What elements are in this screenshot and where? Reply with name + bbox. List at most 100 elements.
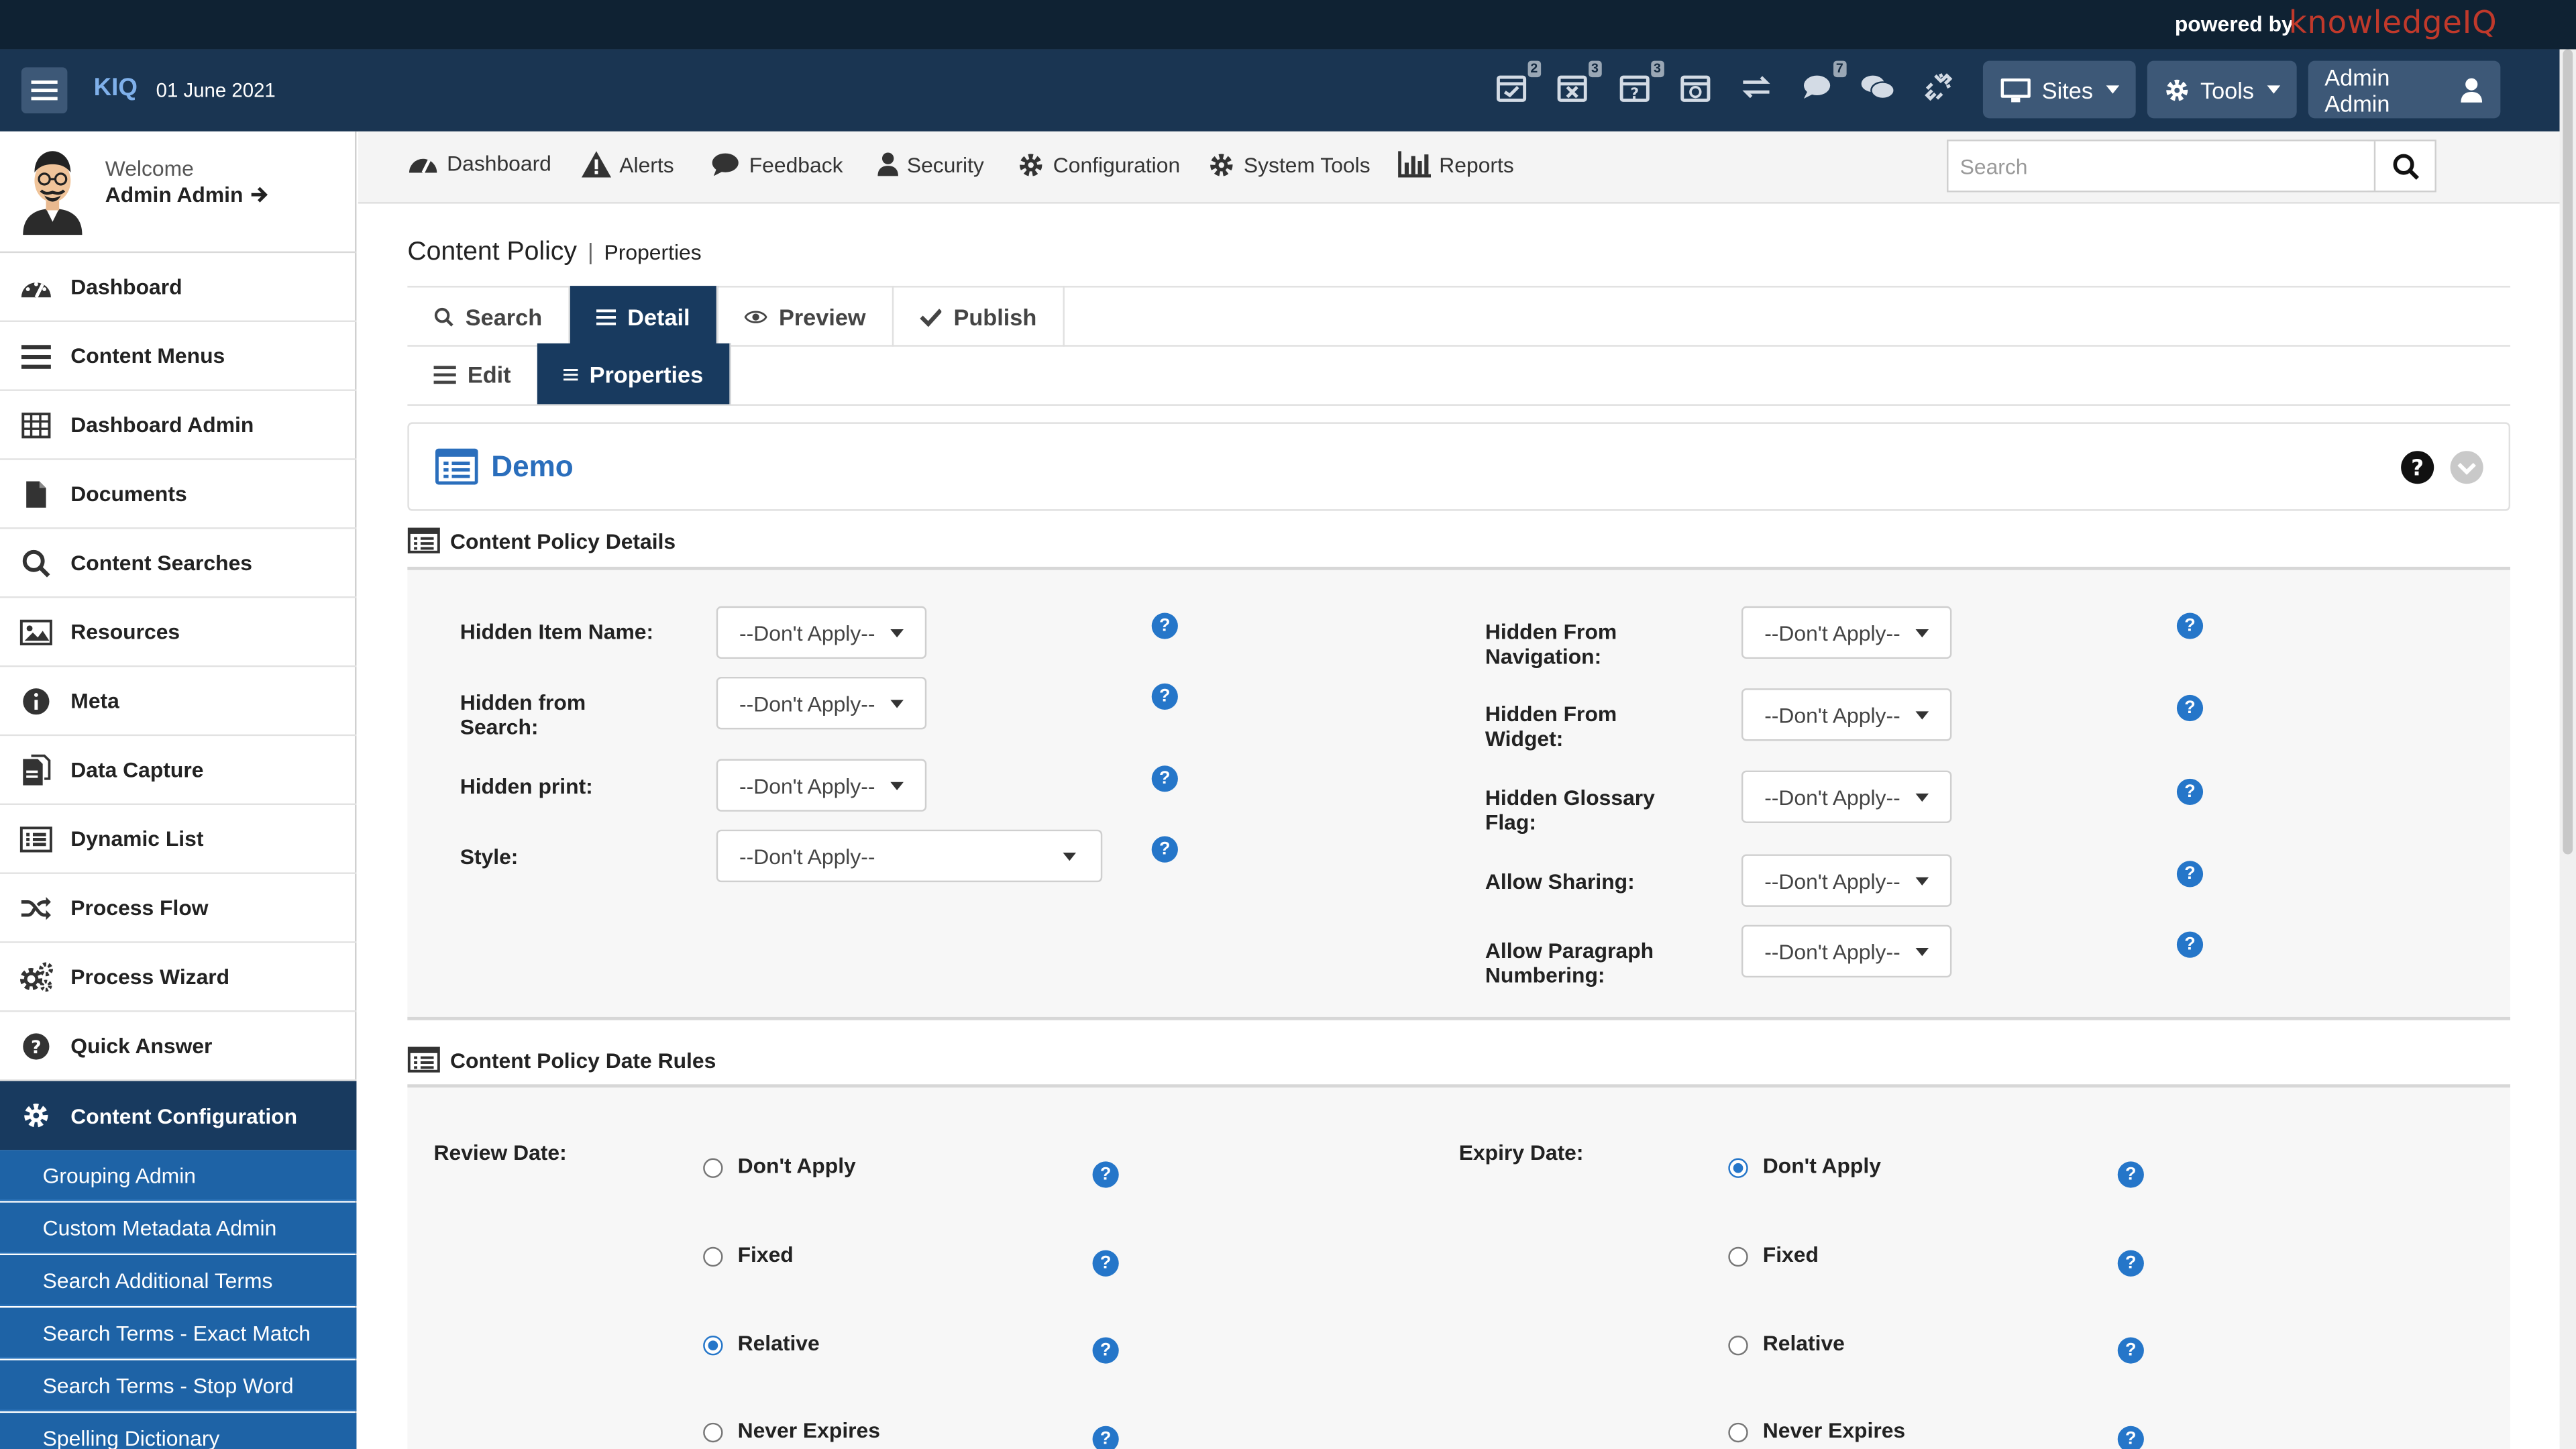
tools-dropdown[interactable]: Tools [2147,60,2297,119]
sidebar-item-meta[interactable]: Meta [0,667,357,737]
select-value: --Don't Apply-- [1764,868,1900,894]
sidebar-item-documents[interactable]: Documents [0,460,357,529]
tab-edit[interactable]: Edit [407,343,537,405]
sidebar-subitem-search-additional-terms[interactable]: Search Additional Terms [0,1255,357,1306]
sidebar-subitem-custom-metadata-admin[interactable]: Custom Metadata Admin [0,1202,357,1254]
welcome-panel: Welcome Admin Admin [0,131,357,254]
page-scrollbar[interactable] [2559,49,2576,1449]
sidebar-subitem-spelling-dictionary[interactable]: Spelling Dictionary [0,1413,357,1449]
hidden-glossary-flag-select[interactable]: --Don't Apply-- [1741,770,1952,823]
welcome-user-link[interactable]: Admin Admin [105,182,268,207]
help-icon[interactable]: ? [2117,1337,2144,1364]
app-name[interactable]: KIQ [94,74,138,102]
sidebar-item-label: Data Capture [70,757,204,782]
calendar-check-icon[interactable]: 2 [1492,60,1542,110]
help-icon[interactable]: ? [2117,1426,2144,1449]
sidebar-item-content-menus[interactable]: Content Menus [0,322,357,391]
sidebar-item-data-capture[interactable]: Data Capture [0,736,357,806]
menu-feedback[interactable]: Feedback [710,151,843,177]
hidden-from-navigation-select[interactable]: --Don't Apply-- [1741,606,1952,659]
help-icon[interactable]: ? [1092,1426,1119,1449]
review-relative-radio[interactable] [703,1336,723,1356]
user-menu-button[interactable]: Admin Admin [2308,60,2501,119]
hidden-from-widget-select[interactable]: --Don't Apply-- [1741,688,1952,741]
hidden-item-name-select[interactable]: --Don't Apply-- [716,606,927,659]
menu-configuration[interactable]: Configuration [1017,151,1180,179]
table-icon [18,411,54,438]
sidebar-item-content-searches[interactable]: Content Searches [0,529,357,598]
help-icon[interactable]: ? [2176,778,2204,806]
tab-search[interactable]: Search [407,286,570,347]
hamburger-menu-button[interactable] [21,67,68,113]
help-icon[interactable]: ? [2117,1250,2144,1277]
review-dont-apply-radio[interactable] [703,1158,723,1178]
chevron-down-icon[interactable] [2449,450,2483,484]
field-label: Allow Paragraph Numbering: [1485,938,1654,987]
unlink-icon[interactable] [1919,70,1958,110]
help-icon[interactable]: ? [2400,450,2434,484]
expiry-dont-apply-radio[interactable] [1728,1158,1748,1178]
sidebar-item-label: Process Flow [70,895,209,920]
sidebar-subitem-search-terms-exact-match[interactable]: Search Terms - Exact Match [0,1307,357,1359]
field-label: Hidden print: [460,773,593,799]
help-icon[interactable]: ? [2176,612,2204,639]
sidebar-item-content-configuration[interactable]: Content Configuration [0,1081,357,1150]
calendar-clock-icon[interactable] [1676,70,1715,110]
exchange-icon[interactable] [1737,70,1776,110]
tab-properties[interactable]: Properties [537,343,731,405]
sidebar-item-dynamic-list[interactable]: Dynamic List [0,805,357,874]
review-never-expires-radio[interactable] [703,1422,723,1443]
primary-tabs: Search Detail Preview Publish [407,286,2511,347]
help-icon[interactable]: ? [2117,1161,2144,1188]
help-icon[interactable]: ? [1151,683,1178,710]
comment-icon[interactable]: 7 [1797,60,1847,110]
sidebar-item-process-flow[interactable]: Process Flow [0,874,357,943]
sidebar-item-process-wizard[interactable]: Process Wizard [0,943,357,1012]
sidebar-subitem-grouping-admin[interactable]: Grouping Admin [0,1150,357,1201]
bar-chart-icon [1398,151,1432,178]
sidebar-item-quick-answer[interactable]: ? Quick Answer [0,1012,357,1081]
style-select[interactable]: --Don't Apply-- [716,829,1103,883]
help-icon[interactable]: ? [2176,931,2204,958]
hidden-from-search-select[interactable]: --Don't Apply-- [716,676,927,730]
expiry-never-expires-radio[interactable] [1728,1422,1748,1443]
policy-name: Demo [491,450,574,484]
tab-detail[interactable]: Detail [570,286,718,347]
help-icon[interactable]: ? [1092,1250,1119,1277]
dashboard-icon [409,158,437,174]
calendar-question-icon[interactable]: ? 3 [1615,60,1664,110]
allow-paragraph-numbering-select[interactable]: --Don't Apply-- [1741,924,1952,978]
sidebar-subitem-search-terms-stop-word[interactable]: Search Terms - Stop Word [0,1360,357,1411]
sidebar-item-dashboard-admin[interactable]: Dashboard Admin [0,391,357,460]
help-icon[interactable]: ? [1151,765,1178,792]
menu-alerts[interactable]: Alerts [581,151,674,178]
sidebar-item-dashboard[interactable]: Dashboard [0,253,357,323]
tab-publish[interactable]: Publish [894,286,1065,347]
field-label: Hidden Glossary Flag: [1485,785,1655,835]
tab-preview[interactable]: Preview [718,286,894,347]
menu-system-tools[interactable]: System Tools [1208,151,1371,179]
expiry-relative-radio[interactable] [1728,1336,1748,1356]
menu-security[interactable]: Security [877,151,984,177]
expiry-fixed-radio[interactable] [1728,1246,1748,1267]
radio-label: Never Expires [737,1417,881,1443]
hidden-print-select[interactable]: --Don't Apply-- [716,759,927,812]
allow-sharing-select[interactable]: --Don't Apply-- [1741,854,1952,907]
help-icon[interactable]: ? [1092,1161,1119,1188]
monitor-icon [2000,77,2031,102]
help-icon[interactable]: ? [2176,694,2204,722]
help-icon[interactable]: ? [1151,612,1178,639]
menu-dashboard[interactable]: Dashboard [407,151,551,176]
comments-icon[interactable] [1858,70,1898,110]
calendar-times-icon[interactable]: 3 [1552,60,1602,110]
help-icon[interactable]: ? [1151,836,1178,863]
help-icon[interactable]: ? [2176,861,2204,888]
sites-dropdown[interactable]: Sites [1982,60,2136,119]
search-input[interactable] [1948,141,2367,191]
sidebar-item-resources[interactable]: Resources [0,598,357,667]
menu-reports[interactable]: Reports [1398,151,1514,178]
review-fixed-radio[interactable] [703,1246,723,1267]
section-title-text: Content Policy Date Rules [450,1047,716,1072]
search-button[interactable] [2373,141,2435,191]
help-icon[interactable]: ? [1092,1337,1119,1364]
